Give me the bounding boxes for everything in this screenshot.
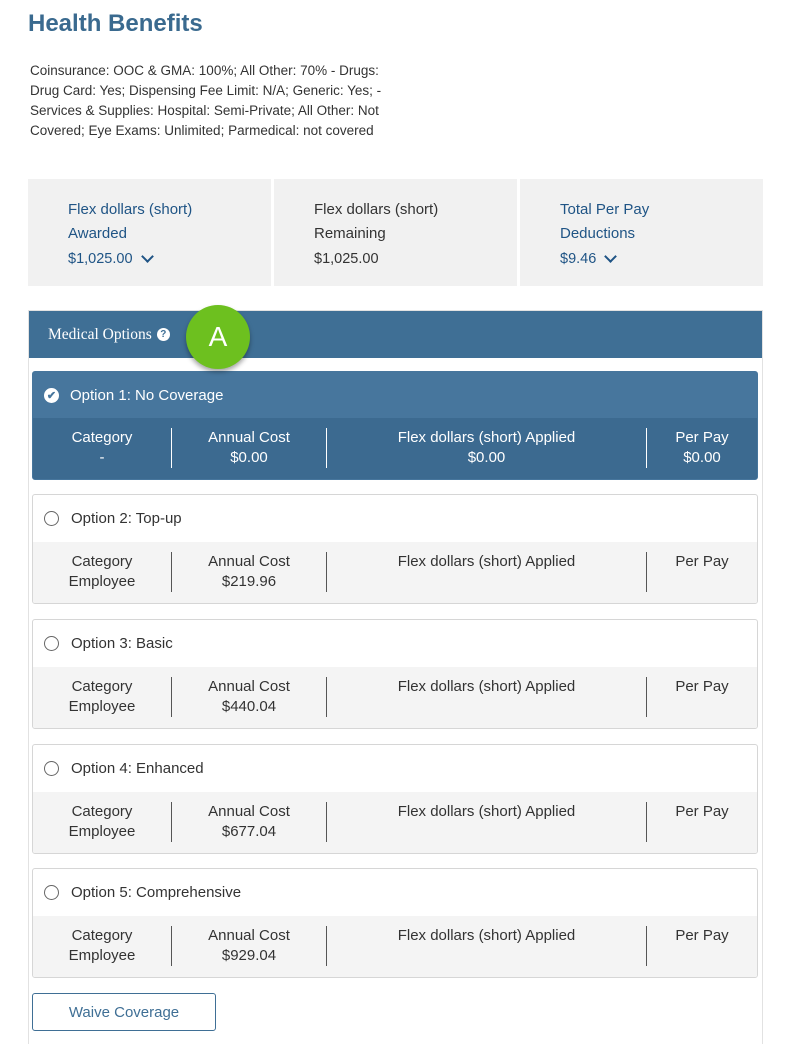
annual-cost-header: Annual Cost xyxy=(208,678,290,695)
category-header: Category xyxy=(71,429,133,446)
option-basic[interactable]: Option 3: Basic Category Employee Annual … xyxy=(32,619,758,729)
option-label: Option 2: Top-up xyxy=(71,510,182,527)
annual-cost-value: $440.04 xyxy=(221,698,277,715)
flex-awarded-label-1: Flex dollars (short) xyxy=(68,201,193,218)
per-pay-deductions-summary[interactable]: Total Per Pay Deductions $9.46 xyxy=(520,179,763,286)
per-pay-header: Per Pay xyxy=(675,429,729,446)
deductions-label-1: Total Per Pay xyxy=(560,201,650,218)
annual-cost-header: Annual Cost xyxy=(208,803,290,820)
option-label: Option 3: Basic xyxy=(71,635,173,652)
flex-applied-header: Flex dollars (short) Applied xyxy=(397,553,576,570)
page-title: Health Benefits xyxy=(28,10,203,37)
per-pay-header: Per Pay xyxy=(675,803,729,820)
category-header: Category xyxy=(71,678,133,695)
per-pay-value: $0.00 xyxy=(683,449,721,466)
chevron-down-icon[interactable] xyxy=(140,250,154,263)
flex-summary: Flex dollars (short) Awarded $1,025.00 F… xyxy=(28,179,763,286)
flex-remaining-summary: Flex dollars (short) Remaining $1,025.00 xyxy=(274,179,520,286)
annual-cost-header: Annual Cost xyxy=(208,553,290,570)
per-pay-header: Per Pay xyxy=(675,678,729,695)
radio-button[interactable] xyxy=(44,885,59,900)
option-enhanced[interactable]: Option 4: Enhanced Category Employee Annu… xyxy=(32,744,758,854)
option-no-coverage[interactable]: ✔ Option 1: No Coverage Category - Annual… xyxy=(32,371,758,480)
radio-button[interactable] xyxy=(44,636,59,651)
category-value: Employee xyxy=(68,573,136,590)
help-icon[interactable]: ? xyxy=(156,328,170,341)
category-value: - xyxy=(99,449,105,466)
waive-coverage-button[interactable]: Waive Coverage xyxy=(32,993,216,1031)
category-header: Category xyxy=(71,553,133,570)
flex-remaining-label-1: Flex dollars (short) xyxy=(314,201,439,218)
radio-button[interactable] xyxy=(44,761,59,776)
flex-awarded-label-2: Awarded xyxy=(68,225,127,242)
annual-cost-value: $929.04 xyxy=(221,947,277,964)
radio-button[interactable] xyxy=(44,511,59,526)
category-value: Employee xyxy=(68,947,136,964)
flex-applied-header: Flex dollars (short) Applied xyxy=(397,429,576,446)
per-pay-header: Per Pay xyxy=(675,553,729,570)
category-header: Category xyxy=(71,803,133,820)
flex-applied-header: Flex dollars (short) Applied xyxy=(397,678,576,695)
flex-awarded-amount: $1,025.00 xyxy=(68,251,133,267)
medical-options-title: Medical Options xyxy=(48,325,152,343)
option-comprehensive[interactable]: Option 5: Comprehensive Category Employee… xyxy=(32,868,758,978)
annual-cost-value: $677.04 xyxy=(221,823,277,840)
deductions-label-2: Deductions xyxy=(560,225,636,242)
annual-cost-value: $219.96 xyxy=(221,573,277,590)
flex-applied-value: $0.00 xyxy=(467,449,506,466)
option-label: Option 5: Comprehensive xyxy=(71,884,242,901)
flex-applied-header: Flex dollars (short) Applied xyxy=(397,803,576,820)
annual-cost-value: $0.00 xyxy=(230,449,268,466)
medical-options-header: Medical Options ? xyxy=(29,311,762,358)
category-value: Employee xyxy=(68,698,136,715)
annual-cost-header: Annual Cost xyxy=(208,927,290,944)
option-label: Option 4: Enhanced xyxy=(71,760,204,777)
category-value: Employee xyxy=(68,823,136,840)
deductions-amount: $9.46 xyxy=(560,251,597,267)
plan-description: Coinsurance: OOC & GMA: 100%; All Other:… xyxy=(30,63,382,138)
chevron-down-icon[interactable] xyxy=(604,250,618,263)
annual-cost-header: Annual Cost xyxy=(208,429,290,446)
flex-remaining-label-2: Remaining xyxy=(314,225,386,242)
category-header: Category xyxy=(71,927,133,944)
flex-remaining-amount: $1,025.00 xyxy=(314,251,379,267)
option-top-up[interactable]: Option 2: Top-up Category Employee Annual… xyxy=(32,494,758,604)
flex-awarded-summary[interactable]: Flex dollars (short) Awarded $1,025.00 xyxy=(28,179,274,286)
checkmark-icon[interactable]: ✔ xyxy=(44,387,59,403)
flex-applied-header: Flex dollars (short) Applied xyxy=(397,927,576,944)
annotation-badge: A xyxy=(186,305,250,369)
option-label: Option 1: No Coverage xyxy=(70,386,224,404)
per-pay-header: Per Pay xyxy=(675,927,729,944)
